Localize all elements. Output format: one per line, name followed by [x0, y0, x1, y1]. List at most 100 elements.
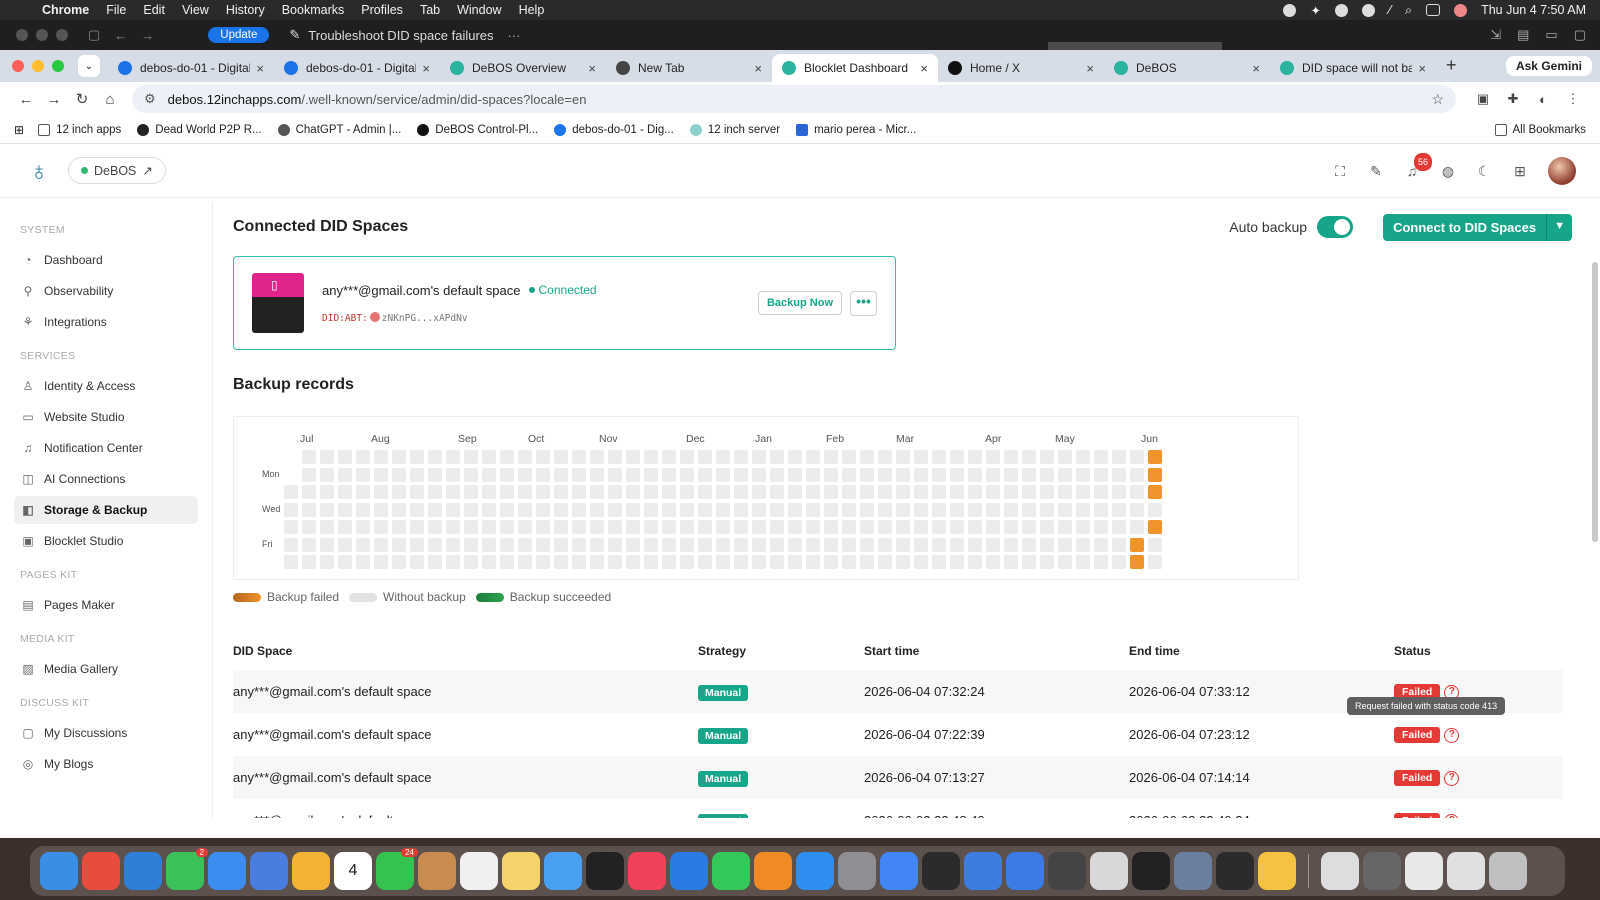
bookmark-item[interactable]: 12 inch apps — [38, 123, 121, 136]
column-strategy[interactable]: Strategy — [698, 632, 864, 670]
heatmap-day-cell[interactable] — [464, 502, 478, 517]
dock-app-icon[interactable] — [82, 852, 120, 890]
heatmap-day-cell[interactable] — [392, 467, 406, 482]
heatmap-day-cell[interactable] — [590, 537, 604, 552]
heatmap-day-cell[interactable] — [518, 555, 532, 569]
heatmap-day-cell[interactable] — [788, 520, 802, 534]
heatmap-day-cell[interactable] — [572, 467, 586, 482]
heatmap-day-cell[interactable] — [842, 555, 856, 569]
help-question-icon[interactable]: ? — [1444, 770, 1460, 786]
heatmap-day-cell[interactable] — [338, 555, 352, 569]
heatmap-day-cell[interactable] — [1022, 485, 1036, 499]
heatmap-day-cell[interactable] — [608, 485, 622, 499]
heatmap-day-cell[interactable] — [500, 537, 514, 552]
heatmap-day-cell[interactable] — [1004, 502, 1018, 517]
menu-file[interactable]: File — [106, 3, 126, 17]
heatmap-day-cell[interactable] — [338, 467, 352, 482]
heatmap-day-cell[interactable] — [374, 467, 388, 482]
heatmap-day-cell[interactable] — [1058, 485, 1072, 499]
user-avatar[interactable] — [1548, 156, 1576, 185]
heatmap-day-cell[interactable] — [896, 485, 910, 499]
status-icon[interactable] — [1361, 3, 1375, 17]
heatmap-day-cell[interactable] — [968, 502, 982, 517]
heatmap-day-cell[interactable] — [392, 450, 406, 464]
heatmap-day-cell[interactable] — [608, 502, 622, 517]
heatmap-day-cell[interactable] — [662, 450, 676, 464]
heatmap-day-cell[interactable] — [1130, 467, 1144, 482]
heatmap-day-cell[interactable] — [932, 537, 946, 552]
heatmap-day-cell[interactable] — [734, 467, 748, 482]
dock-app-icon[interactable] — [1321, 852, 1359, 890]
heatmap-day-cell[interactable] — [770, 555, 784, 569]
heatmap-day-cell[interactable] — [518, 502, 532, 517]
zoom-window-button[interactable] — [52, 60, 64, 72]
heatmap-day-cell[interactable] — [464, 450, 478, 464]
heatmap-day-cell[interactable] — [662, 502, 676, 517]
heatmap-day-cell[interactable] — [806, 467, 820, 482]
browser-tab[interactable]: New Tab × — [606, 54, 772, 82]
heatmap-day-cell[interactable] — [788, 467, 802, 482]
heatmap-day-cell[interactable] — [770, 467, 784, 482]
heatmap-day-cell[interactable] — [572, 485, 586, 499]
dock-app-icon[interactable] — [1132, 852, 1170, 890]
browser-tab[interactable]: DeBOS × — [1104, 54, 1270, 82]
heatmap-day-cell[interactable] — [1130, 555, 1144, 569]
heatmap-day-cell[interactable] — [1040, 450, 1054, 464]
heatmap-day-cell[interactable] — [338, 485, 352, 499]
help-question-icon[interactable]: ? — [1444, 813, 1460, 818]
dock-app-icon[interactable] — [418, 852, 456, 890]
menu-window[interactable]: Window — [457, 3, 501, 17]
dark-mode-moon-icon[interactable]: ☾ — [1476, 163, 1492, 179]
dock-app-icon[interactable] — [1174, 852, 1212, 890]
heatmap-day-cell[interactable] — [788, 485, 802, 499]
heatmap-day-cell[interactable] — [554, 450, 568, 464]
browser-tab[interactable]: DID space will not bac × — [1270, 54, 1436, 82]
heatmap-day-cell[interactable] — [608, 520, 622, 534]
heatmap-day-cell[interactable] — [320, 537, 334, 552]
heatmap-day-cell[interactable] — [896, 537, 910, 552]
heatmap-day-cell[interactable] — [410, 450, 424, 464]
heatmap-day-cell[interactable] — [608, 467, 622, 482]
table-row[interactable]: any***@gmail.com's default spaceManual 20… — [233, 756, 1563, 799]
sidebar-item-storage-backup[interactable]: ◧ Storage & Backup — [14, 496, 198, 524]
heatmap-day-cell[interactable] — [734, 555, 748, 569]
chrome-menu-icon[interactable]: ⋮ — [1558, 91, 1588, 107]
heatmap-day-cell[interactable] — [482, 485, 496, 499]
heatmap-day-cell[interactable] — [626, 485, 640, 499]
heatmap-day-cell[interactable] — [1148, 502, 1162, 517]
dock-app-icon[interactable] — [1216, 852, 1254, 890]
more-options-button[interactable]: ••• — [850, 290, 877, 316]
browser-tab[interactable]: debos-do-01 - DigitalO × — [108, 54, 274, 82]
heatmap-day-cell[interactable] — [356, 520, 370, 534]
apps-grid-icon[interactable]: ⊞ — [1512, 163, 1528, 179]
heatmap-day-cell[interactable] — [914, 502, 928, 517]
heatmap-day-cell[interactable] — [770, 485, 784, 499]
heatmap-day-cell[interactable] — [878, 520, 892, 534]
forward-icon[interactable]: → — [40, 91, 68, 108]
heatmap-day-cell[interactable] — [752, 467, 766, 482]
heatmap-day-cell[interactable] — [806, 502, 820, 517]
heatmap-day-cell[interactable] — [500, 467, 514, 482]
site-info-icon[interactable]: ⚙ — [144, 91, 156, 107]
heatmap-day-cell[interactable] — [932, 555, 946, 569]
heatmap-day-cell[interactable] — [302, 520, 316, 534]
close-tab-icon[interactable]: × — [1086, 61, 1094, 76]
heatmap-day-cell[interactable] — [932, 502, 946, 517]
heatmap-day-cell[interactable] — [716, 537, 730, 552]
heatmap-day-cell[interactable] — [320, 485, 334, 499]
bookmark-item[interactable]: 12 inch server — [689, 123, 780, 136]
heatmap-day-cell[interactable] — [950, 520, 964, 534]
heatmap-day-cell[interactable] — [1040, 520, 1054, 534]
heatmap-day-cell[interactable] — [374, 450, 388, 464]
heatmap-day-cell[interactable] — [914, 485, 928, 499]
heatmap-day-cell[interactable] — [392, 537, 406, 552]
heatmap-day-cell[interactable] — [1076, 537, 1090, 552]
heatmap-day-cell[interactable] — [446, 537, 460, 552]
close-tab-icon[interactable]: × — [256, 61, 264, 76]
heatmap-day-cell[interactable] — [824, 450, 838, 464]
heatmap-day-cell[interactable] — [410, 537, 424, 552]
vertical-scrollbar[interactable] — [1592, 262, 1598, 542]
heatmap-day-cell[interactable] — [734, 450, 748, 464]
heatmap-day-cell[interactable] — [608, 555, 622, 569]
heatmap-day-cell[interactable] — [572, 450, 586, 464]
